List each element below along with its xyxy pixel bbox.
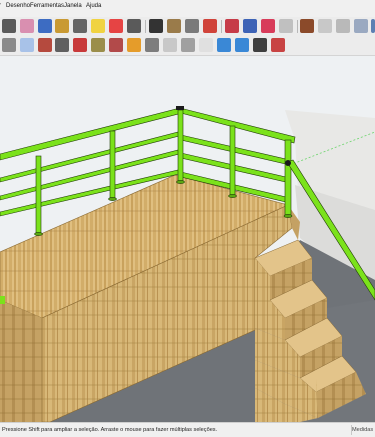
menu-ajuda[interactable]: Ajuda [86, 3, 101, 9]
look-icon[interactable] [336, 19, 350, 33]
separator [297, 20, 298, 33]
menu-ferramentas[interactable]: Ferramentas [30, 3, 64, 9]
camera-icon[interactable] [279, 19, 293, 33]
3d-text-icon[interactable] [109, 38, 123, 52]
separator [145, 20, 146, 33]
rail-fragment [0, 296, 5, 304]
toolbar-main [0, 17, 375, 37]
components-icon[interactable] [91, 38, 105, 52]
next-view-icon[interactable] [235, 38, 249, 52]
deck-left-face [0, 300, 42, 422]
orbit-icon[interactable] [145, 38, 159, 52]
warehouse-icon[interactable] [253, 38, 267, 52]
display-icon[interactable] [261, 19, 275, 33]
paint-icon[interactable] [38, 19, 52, 33]
move-icon[interactable] [127, 19, 141, 33]
paint-bucket-icon[interactable] [73, 38, 87, 52]
push-pull-icon[interactable] [109, 19, 123, 33]
menu-item-partial[interactable]: r [0, 3, 1, 9]
measurements-label: Medidas [352, 427, 374, 433]
text-icon[interactable] [38, 38, 52, 52]
menu-desenho[interactable]: Desenho [6, 3, 30, 9]
tape-icon[interactable] [20, 38, 34, 52]
select-icon[interactable] [2, 38, 16, 52]
pan-icon[interactable] [163, 38, 177, 52]
position-icon[interactable] [318, 19, 332, 33]
extension-icon[interactable] [271, 38, 285, 52]
section-icon[interactable] [127, 38, 141, 52]
offset-icon[interactable] [185, 19, 199, 33]
prev-view-icon[interactable] [217, 38, 231, 52]
ruler-icon[interactable] [55, 19, 69, 33]
axes-icon[interactable] [55, 38, 69, 52]
cut-icon[interactable] [243, 19, 257, 33]
model-scene [0, 56, 375, 422]
zoom-window-icon[interactable] [181, 38, 195, 52]
separator [221, 20, 222, 33]
model-viewport[interactable] [0, 56, 375, 422]
pencil-icon[interactable] [2, 19, 16, 33]
shade-icon[interactable] [371, 19, 375, 33]
zoom-extents-icon[interactable] [199, 38, 213, 52]
component-icon[interactable] [225, 19, 239, 33]
scale-icon[interactable] [167, 19, 181, 33]
toolbar-secondary [0, 36, 375, 56]
dimension-icon[interactable] [91, 19, 105, 33]
sandbox-icon[interactable] [354, 19, 368, 33]
protractor-icon[interactable] [73, 19, 87, 33]
status-hint: Pressione Shift para ampliar a seleção. … [2, 427, 218, 433]
status-bar: Pressione Shift para ampliar a seleção. … [0, 422, 375, 437]
zoom-icon[interactable] [203, 19, 217, 33]
rotate-icon[interactable] [149, 19, 163, 33]
menu-bar: r Desenho Ferramentas Janela Ajuda [0, 0, 375, 18]
menu-janela[interactable]: Janela [64, 3, 82, 9]
walk-icon[interactable] [300, 19, 314, 33]
erase-icon[interactable] [20, 19, 34, 33]
